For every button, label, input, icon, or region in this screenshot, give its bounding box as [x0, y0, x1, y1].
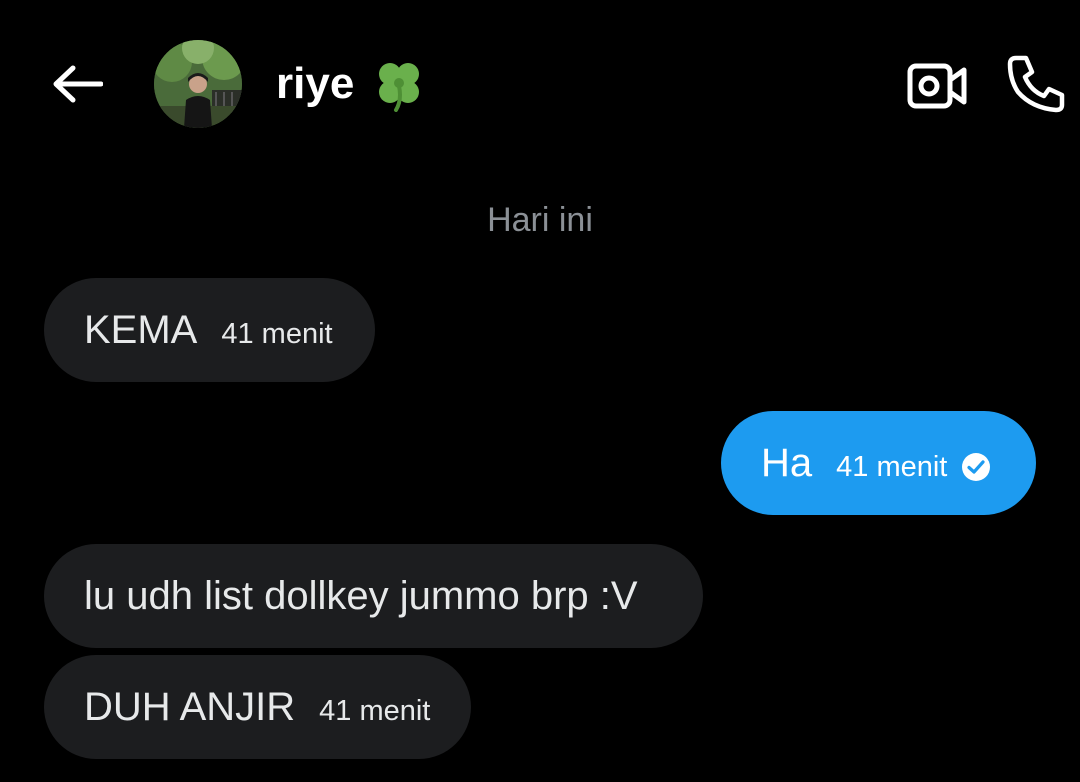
- date-divider: Hari ini: [487, 201, 593, 239]
- message-text: lu udh list dollkey jummo brp :V: [84, 574, 638, 618]
- avatar[interactable]: [154, 40, 242, 128]
- voice-call-button[interactable]: [1004, 52, 1068, 116]
- message-bubble-outgoing[interactable]: Ha 41 menit: [721, 411, 1036, 515]
- arrow-left-icon: [53, 65, 103, 103]
- back-button[interactable]: [46, 56, 108, 112]
- dm-conversation-screen: riye Hari ini KEMA 41 menit Ha 41 menit …: [0, 0, 1080, 782]
- conversation-header: riye: [0, 0, 1080, 170]
- message-text: KEMA: [84, 308, 198, 352]
- message-bubble-incoming[interactable]: DUH ANJIR 41 menit: [44, 655, 471, 759]
- message-timestamp: 41 menit: [836, 451, 948, 483]
- four-leaf-clover-icon: [379, 63, 419, 112]
- message-bubble-incoming[interactable]: KEMA 41 menit: [44, 278, 375, 382]
- message-bubble-incoming[interactable]: lu udh list dollkey jummo brp :V: [44, 544, 703, 648]
- video-call-icon: [907, 63, 967, 109]
- video-call-button[interactable]: [904, 58, 970, 114]
- contact-name[interactable]: riye: [276, 56, 354, 112]
- phone-icon: [1007, 55, 1065, 113]
- read-check-icon: [962, 453, 991, 481]
- message-timestamp: 41 menit: [221, 318, 333, 350]
- message-text: DUH ANJIR: [84, 685, 296, 729]
- message-timestamp: 41 menit: [319, 695, 431, 727]
- message-text: Ha: [761, 441, 813, 485]
